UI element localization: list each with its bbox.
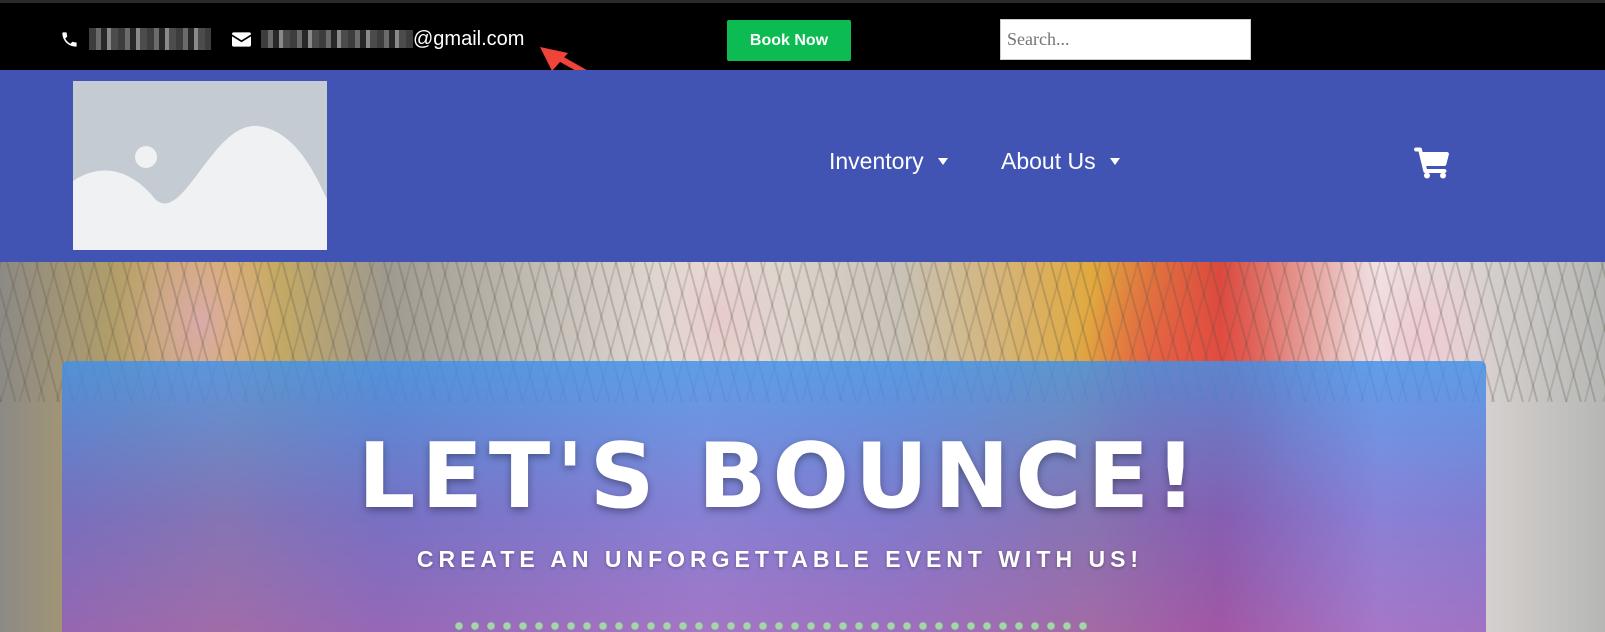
shopping-cart-icon[interactable] bbox=[1414, 147, 1450, 184]
logo-placeholder-image[interactable] bbox=[73, 81, 327, 250]
phone-contact[interactable] bbox=[60, 25, 211, 53]
nav-item-inventory[interactable]: Inventory bbox=[829, 148, 948, 175]
hero-title: LET'S BOUNCE! bbox=[357, 424, 1202, 529]
dotted-divider bbox=[455, 622, 1095, 630]
email-domain-text: @gmail.com bbox=[413, 27, 525, 50]
nav-item-about-us[interactable]: About Us bbox=[1001, 148, 1120, 175]
caret-down-icon bbox=[937, 158, 948, 165]
book-now-button[interactable]: Book Now bbox=[727, 20, 851, 61]
redacted-email-user bbox=[261, 30, 413, 48]
top-bar: @gmail.com Book Now bbox=[0, 0, 1605, 93]
hero-subtitle: CREATE AN UNFORGETTABLE EVENT WITH US! bbox=[416, 546, 1144, 572]
site-header: Inventory About Us bbox=[0, 70, 1605, 262]
image-placeholder-icon bbox=[73, 81, 327, 250]
envelope-icon bbox=[232, 31, 251, 47]
search-input[interactable] bbox=[1000, 19, 1251, 60]
redacted-phone-number bbox=[89, 28, 211, 50]
email-contact[interactable]: @gmail.com bbox=[232, 25, 524, 53]
phone-icon bbox=[60, 30, 79, 49]
caret-down-icon bbox=[1109, 158, 1120, 165]
nav-label-inventory: Inventory bbox=[829, 148, 924, 174]
nav-label-about-us: About Us bbox=[1001, 148, 1096, 174]
hero-section: LET'S BOUNCE! CREATE AN UNFORGETTABLE EV… bbox=[0, 262, 1605, 632]
